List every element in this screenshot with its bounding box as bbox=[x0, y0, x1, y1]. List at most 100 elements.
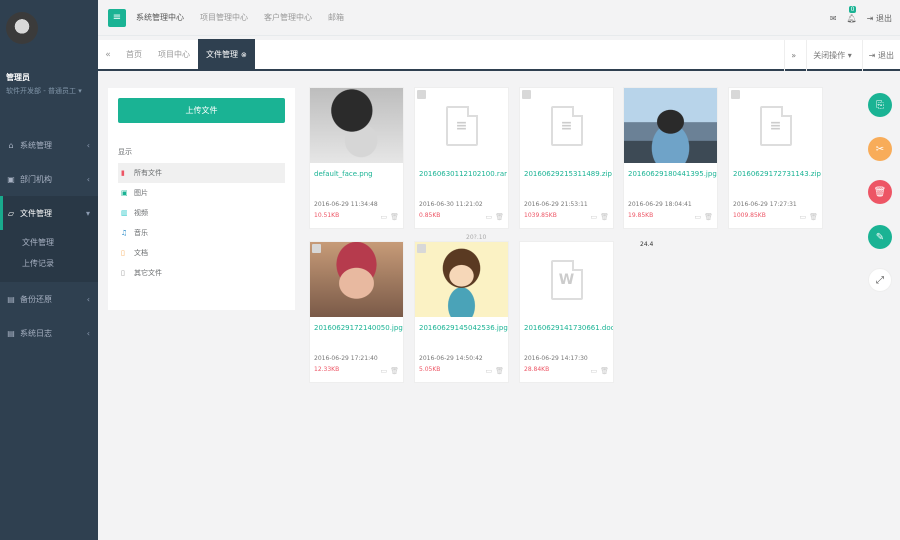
file-thumbnail: ≡ bbox=[729, 88, 822, 163]
pencil-icon: ✎ bbox=[875, 231, 885, 243]
logout-link[interactable]: ⇥ 退出 bbox=[867, 13, 892, 24]
tab-project-center[interactable]: 项目中心 bbox=[150, 39, 198, 70]
file-thumbnail bbox=[415, 242, 508, 317]
file-actions: ▭ 🗑︎ bbox=[380, 213, 399, 221]
filter-item-music[interactable]: ♫ 音乐 bbox=[118, 223, 285, 243]
file-card[interactable]: 20160629172140050.jpg 2016-06-29 17:21:4… bbox=[309, 241, 404, 383]
music-icon: ♫ bbox=[121, 229, 128, 237]
file-actions: ▭ 🗑︎ bbox=[799, 213, 818, 221]
filter-label: 其它文件 bbox=[134, 269, 162, 277]
filter-item-images[interactable]: ▣ 图片 bbox=[118, 183, 285, 203]
avatar[interactable] bbox=[6, 12, 38, 44]
trash-icon[interactable]: 🗑︎ bbox=[495, 213, 504, 221]
tab-file-manage[interactable]: 文件管理 ⊗ bbox=[198, 39, 255, 70]
file-name[interactable]: 20160629141730661.docx bbox=[520, 317, 613, 332]
filter-item-other[interactable]: ▯ 其它文件 bbox=[118, 263, 285, 283]
select-checkbox[interactable] bbox=[312, 244, 321, 253]
profile-name[interactable]: 管理员 bbox=[6, 72, 92, 83]
folder-icon[interactable]: ▭ bbox=[380, 367, 387, 375]
trash-icon[interactable]: 🗑︎ bbox=[600, 367, 609, 375]
delete-button[interactable]: 🗑︎ bbox=[868, 180, 892, 204]
filter-label: 视频 bbox=[134, 209, 148, 217]
sidebar-nav: ⌂ 系统管理 ‹ ▣ 部门机构 ‹ ▱ 文件管理 ▾ 文件管理 上传记录 ▤ 备… bbox=[0, 128, 98, 350]
sidebar-item-system[interactable]: ⌂ 系统管理 ‹ bbox=[0, 128, 98, 162]
file-name[interactable]: 20160629172140050.jpg bbox=[310, 317, 403, 332]
select-checkbox[interactable] bbox=[522, 90, 531, 99]
subnav-item-upload-log[interactable]: 上传记录 bbox=[0, 253, 98, 274]
sidebar-item-label: 部门机构 bbox=[20, 174, 52, 184]
file-name[interactable]: 20160629180441395.jpg bbox=[624, 163, 717, 178]
sidebar-item-log[interactable]: ▤ 系统日志 ‹ bbox=[0, 316, 98, 350]
sidebar-item-backup[interactable]: ▤ 备份还原 ‹ bbox=[0, 282, 98, 316]
expand-icon: ⤢ bbox=[876, 274, 884, 286]
close-operations-dropdown[interactable]: 关闭操作 ▾ bbox=[806, 40, 858, 71]
trash-icon[interactable]: 🗑︎ bbox=[600, 213, 609, 221]
hamburger-icon: ≡ bbox=[112, 12, 122, 23]
tab-home[interactable]: 首页 bbox=[118, 39, 150, 70]
chevron-left-icon: ‹ bbox=[86, 140, 90, 150]
top-tab-mail[interactable]: 邮箱 bbox=[328, 12, 344, 23]
trash-icon[interactable]: 🗑︎ bbox=[390, 367, 399, 375]
file-card[interactable]: W 20160629141730661.docx 2016-06-29 14:1… bbox=[519, 241, 614, 383]
sidebar-item-files[interactable]: ▱ 文件管理 ▾ bbox=[0, 196, 98, 230]
file-card[interactable]: 20160629145042536.jpg 2016-06-29 14:50:4… bbox=[414, 241, 509, 383]
select-checkbox[interactable] bbox=[731, 90, 740, 99]
folder-icon[interactable]: ▭ bbox=[380, 213, 387, 221]
top-tab-system[interactable]: 系统管理中心 bbox=[136, 12, 184, 23]
trash-icon[interactable]: 🗑︎ bbox=[704, 213, 713, 221]
upload-file-button[interactable]: 上传文件 bbox=[118, 98, 285, 123]
file-card[interactable]: ≡ 20160630112102100.rar 2016-06-30 11:21… bbox=[414, 87, 509, 229]
profile-role[interactable]: 软件开发部 - 普通员工 ▾ bbox=[6, 86, 92, 96]
file-name[interactable]: 20160629215311489.zip bbox=[520, 163, 613, 178]
file-name[interactable]: 20160629145042536.jpg bbox=[415, 317, 508, 332]
top-tab-customer[interactable]: 客户管理中心 bbox=[264, 12, 312, 23]
top-tab-project[interactable]: 项目管理中心 bbox=[200, 12, 248, 23]
chevron-down-icon: ▾ bbox=[85, 208, 90, 218]
close-icon[interactable]: ⊗ bbox=[241, 51, 247, 59]
sidebar-item-department[interactable]: ▣ 部门机构 ‹ bbox=[0, 162, 98, 196]
file-thumbnail: W bbox=[520, 242, 613, 317]
file-card[interactable]: ≡ 20160629172731143.zip 2016-06-29 17:27… bbox=[728, 87, 823, 229]
file-name[interactable]: 20160630112102100.rar bbox=[415, 163, 508, 178]
file-date: 2016-06-29 17:21:40 bbox=[314, 355, 378, 362]
edit-button[interactable]: ✎ bbox=[868, 225, 892, 249]
file-date: 2016-06-30 11:21:02 bbox=[419, 201, 483, 208]
file-card[interactable]: ≡ 20160629215311489.zip 2016-06-29 21:53… bbox=[519, 87, 614, 229]
tab-scroll-right-icon[interactable]: » bbox=[784, 40, 802, 71]
file-name[interactable]: default_face.png bbox=[310, 163, 403, 178]
folder-icon[interactable]: ▭ bbox=[485, 213, 492, 221]
expand-button[interactable]: ⤢ bbox=[868, 268, 892, 292]
folder-icon[interactable]: ▭ bbox=[590, 367, 597, 375]
folder-icon[interactable]: ▭ bbox=[590, 213, 597, 221]
select-checkbox[interactable] bbox=[417, 90, 426, 99]
bell-icon[interactable]: 🔔︎ 0 bbox=[847, 5, 857, 23]
select-checkbox[interactable] bbox=[417, 244, 426, 253]
chevron-left-icon: ‹ bbox=[86, 328, 90, 338]
tab-exit-button[interactable]: ⇥ 退出 bbox=[861, 40, 900, 71]
folder-icon[interactable]: ▭ bbox=[799, 213, 806, 221]
file-filter-panel: 上传文件 显示 ▮ 所有文件 ▣ 图片 ▥ 视频 ♫ 音乐 ▯ 文档 ▯ 其它文件 bbox=[108, 88, 295, 310]
file-card[interactable]: 20160629180441395.jpg 2016-06-29 18:04:4… bbox=[623, 87, 718, 229]
zip-file-icon: ≡ bbox=[759, 105, 792, 146]
profile: 管理员 软件开发部 - 普通员工 ▾ bbox=[0, 0, 98, 108]
folder-icon[interactable]: ▭ bbox=[694, 213, 701, 221]
filter-item-video[interactable]: ▥ 视频 bbox=[118, 203, 285, 223]
tab-scroll-left-icon[interactable]: « bbox=[98, 50, 118, 60]
filter-item-all[interactable]: ▮ 所有文件 bbox=[118, 163, 285, 183]
copy-button[interactable]: ⎘ bbox=[868, 93, 892, 117]
trash-icon[interactable]: 🗑︎ bbox=[809, 213, 818, 221]
menu-toggle-button[interactable]: ≡ bbox=[108, 8, 126, 27]
file-card[interactable]: default_face.png 2016-06-29 11:34:48 10.… bbox=[309, 87, 404, 229]
stray-label: 20?.10 bbox=[466, 234, 487, 241]
filter-item-docs[interactable]: ▯ 文档 bbox=[118, 243, 285, 263]
cut-button[interactable]: ✂ bbox=[868, 137, 892, 161]
trash-icon[interactable]: 🗑︎ bbox=[495, 367, 504, 375]
log-icon: ▤ bbox=[7, 328, 15, 338]
folder-icon[interactable]: ▭ bbox=[485, 367, 492, 375]
file-date: 2016-06-29 11:34:48 bbox=[314, 201, 378, 208]
mail-icon[interactable]: ✉ bbox=[830, 14, 837, 23]
page-tabbar: « 首页 项目中心 文件管理 ⊗ » 关闭操作 ▾ ⇥ 退出 bbox=[98, 39, 900, 71]
file-name[interactable]: 20160629172731143.zip bbox=[729, 163, 822, 178]
subnav-item-file-manage[interactable]: 文件管理 bbox=[0, 232, 98, 253]
trash-icon[interactable]: 🗑︎ bbox=[390, 213, 399, 221]
